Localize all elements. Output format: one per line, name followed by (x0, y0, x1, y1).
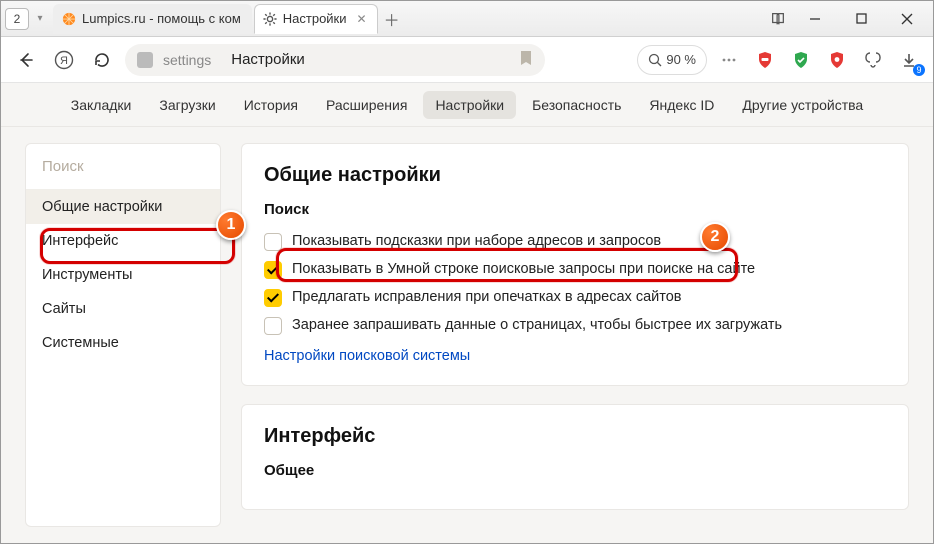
sidebar-item-sites[interactable]: Сайты (26, 292, 220, 326)
bookmark-icon[interactable] (519, 50, 533, 69)
nav-history[interactable]: История (232, 91, 310, 119)
tab-dropdown-icon[interactable]: ▾ (33, 13, 47, 24)
sidebar-item-system[interactable]: Системные (26, 326, 220, 360)
card-interface: Интерфейс Общее (241, 404, 909, 510)
nav-back-button[interactable] (11, 45, 41, 75)
window-close-button[interactable] (885, 5, 929, 33)
option-label: Показывать в Умной строке поисковые запр… (292, 261, 755, 277)
sidebar-item-interface[interactable]: Интерфейс (26, 224, 220, 258)
option-label: Предлагать исправления при опечатках в а… (292, 289, 682, 305)
checkbox[interactable] (264, 289, 282, 307)
new-tab-button[interactable]: ＋ (380, 7, 404, 31)
nav-yandex-id[interactable]: Яндекс ID (637, 91, 726, 119)
settings-sidebar: Поиск Общие настройки Интерфейс Инструме… (25, 143, 221, 527)
yandex-home-button[interactable]: Я (49, 45, 79, 75)
tab-settings[interactable]: Настройки ✕ (254, 4, 378, 34)
settings-top-nav: Закладки Загрузки История Расширения Нас… (1, 83, 933, 127)
site-identity-icon (137, 52, 153, 68)
checkbox[interactable] (264, 317, 282, 335)
tab-label: Lumpics.ru - помощь с ком (82, 11, 241, 26)
tab-lumpics[interactable]: Lumpics.ru - помощь с ком (53, 4, 252, 34)
toolbar: Я settings Настройки 90 % (1, 37, 933, 83)
subheading-interface-general: Общее (264, 462, 886, 479)
tab-strip: 2 ▾ Lumpics.ru - помощь с ком Настройки … (1, 1, 933, 37)
url-host: settings (163, 52, 211, 68)
downloads-count-badge: 9 (913, 64, 925, 76)
protect-shield-red-icon[interactable] (823, 46, 851, 74)
nav-extensions[interactable]: Расширения (314, 91, 419, 119)
gear-icon (263, 12, 277, 26)
settings-content: Поиск Общие настройки Интерфейс Инструме… (1, 127, 933, 543)
card-general: Общие настройки Поиск Показывать подсказ… (241, 143, 909, 386)
heading-general: Общие настройки (264, 164, 886, 187)
nav-reload-button[interactable] (87, 45, 117, 75)
menu-dots-icon[interactable] (715, 46, 743, 74)
checkbox[interactable] (264, 261, 282, 279)
protect-shield-green-icon[interactable] (787, 46, 815, 74)
tab-counter[interactable]: 2 (5, 8, 29, 30)
adblock-icon[interactable] (751, 46, 779, 74)
window-minimize-button[interactable] (793, 5, 837, 33)
zoom-indicator[interactable]: 90 % (637, 45, 707, 75)
reading-list-icon[interactable] (763, 11, 793, 27)
sidebar-item-general[interactable]: Общие настройки (26, 190, 220, 224)
nav-downloads[interactable]: Загрузки (147, 91, 227, 119)
smartbox[interactable]: settings Настройки (125, 44, 545, 76)
link-search-engine-settings[interactable]: Настройки поисковой системы (264, 348, 470, 364)
sidebar-item-tools[interactable]: Инструменты (26, 258, 220, 292)
option-typo-fix[interactable]: Предлагать исправления при опечатках в а… (264, 284, 886, 312)
favicon-orange-icon (62, 12, 76, 26)
downloads-button[interactable]: 9 (895, 46, 923, 74)
window-maximize-button[interactable] (839, 5, 883, 33)
feedback-icon[interactable] (859, 46, 887, 74)
option-smartline-queries[interactable]: Показывать в Умной строке поисковые запр… (264, 256, 886, 284)
page-title: Настройки (231, 51, 305, 68)
option-prefetch[interactable]: Заранее запрашивать данные о страницах, … (264, 312, 886, 340)
option-label: Показывать подсказки при наборе адресов … (292, 233, 661, 249)
checkbox[interactable] (264, 233, 282, 251)
sidebar-search-input[interactable]: Поиск (26, 144, 220, 190)
zoom-value: 90 % (666, 52, 696, 67)
option-label: Заранее запрашивать данные о страницах, … (292, 317, 782, 333)
subheading-search: Поиск (264, 201, 886, 218)
tab-close-icon[interactable]: ✕ (357, 12, 367, 26)
option-suggestions[interactable]: Показывать подсказки при наборе адресов … (264, 228, 886, 256)
nav-security[interactable]: Безопасность (520, 91, 633, 119)
nav-other-devices[interactable]: Другие устройства (730, 91, 875, 119)
heading-interface: Интерфейс (264, 425, 886, 448)
nav-settings[interactable]: Настройки (423, 91, 516, 119)
svg-text:Я: Я (60, 55, 68, 67)
tab-label: Настройки (283, 11, 347, 26)
nav-bookmarks[interactable]: Закладки (59, 91, 144, 119)
